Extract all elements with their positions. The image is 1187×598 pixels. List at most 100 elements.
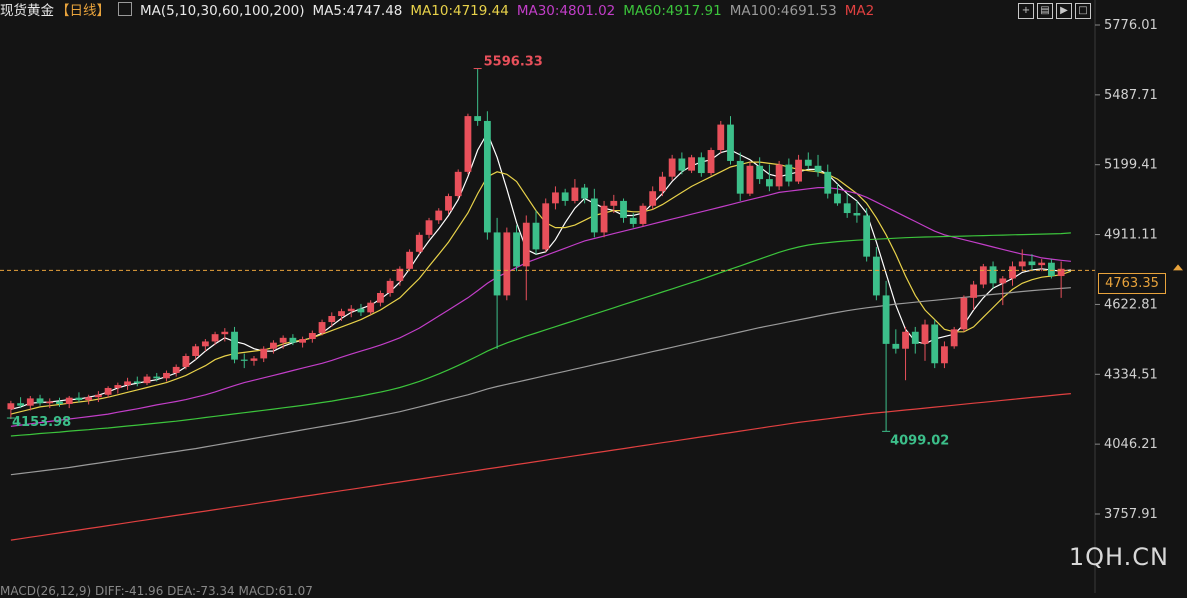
candle-body: [163, 372, 170, 379]
candle-body: [299, 339, 307, 343]
candle-body: [26, 398, 34, 406]
candle-body: [542, 203, 550, 250]
candle-body: [250, 358, 258, 361]
candle-body: [756, 165, 764, 180]
candle-body: [688, 157, 695, 171]
candle-body: [56, 401, 63, 404]
candle-body: [513, 232, 520, 267]
candle-body: [46, 401, 54, 404]
candle-body: [114, 385, 122, 388]
candle-body: [989, 266, 997, 284]
candle-body: [853, 213, 861, 216]
candle-body: [639, 205, 647, 224]
candle-body: [328, 316, 336, 323]
candle-body: [921, 324, 929, 344]
candle-body: [970, 284, 978, 298]
candle-body: [182, 355, 190, 367]
candle-body: [707, 150, 715, 174]
candle-body: [85, 397, 93, 401]
candle-body: [765, 179, 773, 187]
candle-body: [192, 346, 200, 356]
extreme-value-label: 4099.02: [890, 433, 949, 448]
candle-body: [172, 366, 180, 373]
candle-body: [892, 343, 900, 349]
candle-body: [678, 158, 686, 171]
candle-body: [1048, 262, 1055, 277]
candle-body: [590, 198, 598, 233]
candle-body: [1057, 268, 1065, 277]
candle-body: [318, 322, 326, 333]
candle-body: [289, 337, 297, 343]
candle-body: [338, 311, 345, 317]
candle-body: [406, 251, 413, 269]
candle-body: [221, 331, 229, 335]
candle-body: [882, 295, 890, 344]
ma-line-ma5: [10, 131, 1071, 410]
candle-body: [104, 387, 112, 395]
candle-body: [824, 171, 832, 194]
candle-body: [347, 308, 355, 312]
candle-body: [367, 302, 375, 313]
y-tick-label: 4911.11: [1104, 228, 1158, 243]
candle-body: [814, 165, 822, 172]
candle-body: [795, 159, 802, 182]
candle-body: [36, 398, 44, 404]
candle-body: [231, 331, 238, 360]
candle-body: [775, 164, 783, 187]
candle-body: [493, 232, 501, 296]
y-tick-label: 5487.71: [1104, 88, 1158, 103]
candle-body: [785, 164, 793, 182]
candle-body: [571, 187, 579, 201]
candle-body: [124, 381, 131, 386]
candle-body: [717, 124, 725, 151]
y-tick-label: 4334.51: [1104, 367, 1158, 382]
candle-body: [143, 376, 151, 384]
candle-body: [1018, 261, 1026, 267]
candle-body: [979, 266, 987, 285]
candle-body: [279, 337, 287, 343]
candle-body: [668, 158, 676, 177]
candle-body: [386, 280, 394, 293]
current-price-tag: 4763.35: [1098, 273, 1166, 294]
candle-body: [474, 116, 482, 121]
candle-body: [260, 348, 268, 359]
candle-body: [902, 331, 909, 349]
candle-body: [377, 292, 384, 303]
y-tick-label: 4622.81: [1104, 297, 1158, 312]
candle-body: [445, 196, 452, 211]
extreme-value-label: 5596.33: [484, 55, 543, 70]
candle-body: [950, 329, 958, 347]
candle-body: [454, 171, 462, 197]
candle-body: [133, 381, 141, 384]
candle-body: [153, 376, 161, 379]
candle-body: [201, 341, 209, 347]
price-marker-icon: [1173, 264, 1183, 271]
y-tick-label: 4046.21: [1104, 437, 1158, 452]
watermark: 1QH.CN: [1068, 543, 1169, 571]
macd-readout: MACD(26,12,9) DIFF:-41.96 DEA:-73.34 MAC…: [0, 584, 313, 598]
candle-body: [561, 192, 569, 201]
candle-body: [697, 157, 705, 174]
candle-body: [834, 193, 841, 204]
candle-body: [270, 342, 277, 349]
candle-body: [863, 215, 871, 257]
candle-body: [425, 220, 433, 235]
candle-body: [649, 191, 657, 206]
ma-line-ma200: [10, 393, 1071, 541]
candle-body: [610, 200, 618, 206]
candlestick-chart[interactable]: 5776.01 5487.71 5199.41 4911.11 4622.81 4334.…: [0, 0, 1187, 593]
candle-body: [308, 332, 316, 340]
candle-body: [843, 203, 851, 214]
candle-body: [960, 297, 968, 330]
candle-body: [931, 324, 939, 364]
candle-body: [532, 222, 540, 250]
y-tick-label: 3757.91: [1104, 507, 1158, 522]
candle-body: [415, 234, 423, 252]
candle-body: [736, 160, 744, 194]
candle-body: [746, 165, 754, 194]
candle-body: [464, 116, 472, 172]
candle-body: [629, 217, 637, 224]
y-tick-label: 5776.01: [1104, 18, 1158, 33]
y-tick-label: 5199.41: [1104, 158, 1158, 173]
candle-body: [999, 278, 1007, 284]
